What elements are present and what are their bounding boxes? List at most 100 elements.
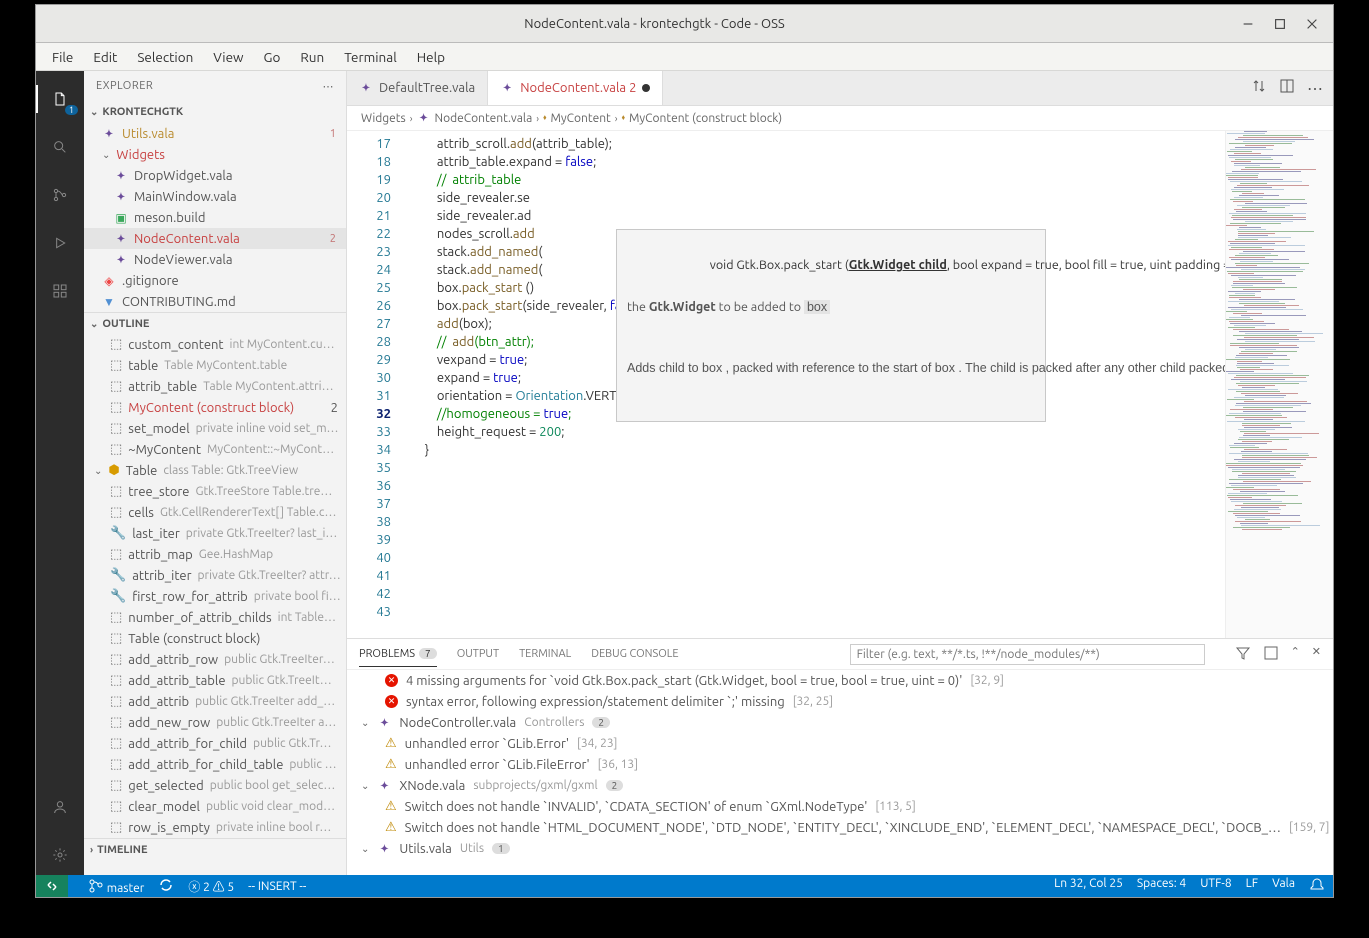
chevron-up-icon[interactable]: ⌃ [1291, 645, 1300, 664]
outline-item[interactable]: ⬚table Table MyContent.table [84, 355, 346, 376]
split-icon[interactable] [1279, 78, 1295, 98]
problem-row[interactable]: ⌄✦XNode.vala subprojects/gxml/gxml 2 [347, 775, 1333, 796]
outline-item[interactable]: ⬚MyContent (construct block) 2 [84, 397, 346, 418]
outline-item[interactable]: 🔧attrib_iter private Gtk.TreeIter? attr… [84, 565, 346, 586]
outline-item[interactable]: ⬚add_attrib_for_child_table public … [84, 754, 346, 775]
activity-settings[interactable] [36, 835, 84, 875]
code-editor[interactable]: attrib_scroll.add(attrib_table); attrib_… [401, 131, 1225, 638]
error-count[interactable]: ⓧ 2 ⚠ 5 [188, 878, 234, 895]
file-tree-item[interactable]: ⌄Widgets [84, 144, 346, 165]
problem-row[interactable]: ⌄✦NodeController.vala Controllers 2 [347, 712, 1333, 733]
activity-scm[interactable] [36, 175, 84, 215]
minimap[interactable] [1225, 131, 1333, 638]
outline-header[interactable]: ⌄OUTLINE [84, 312, 346, 334]
sync-button[interactable] [158, 877, 174, 896]
vala-icon: ✦ [500, 81, 514, 95]
collapse-icon[interactable] [1263, 645, 1279, 664]
filter-icon[interactable] [1235, 645, 1251, 664]
outline-item[interactable]: ⬚set_model private inline void set_m… [84, 418, 346, 439]
file-tree-item[interactable]: ✦NodeViewer.vala [84, 249, 346, 270]
menu-file[interactable]: File [42, 45, 83, 69]
outline-item[interactable]: ⬚cells Gtk.CellRendererText[] Table.c… [84, 502, 346, 523]
bell-icon[interactable] [1309, 877, 1325, 896]
menu-help[interactable]: Help [407, 45, 455, 69]
file-tree-item[interactable]: ◈.gitignore [84, 270, 346, 291]
outline-item[interactable]: ⬚get_selected public bool get_selec… [84, 775, 346, 796]
menu-terminal[interactable]: Terminal [334, 45, 407, 69]
panel-tab-output[interactable]: OUTPUT [457, 642, 499, 666]
activity-search[interactable] [36, 127, 84, 167]
file-tree-item[interactable]: ✦NodeContent.vala2 [84, 228, 346, 249]
outline-item[interactable]: ⬚~MyContent MyContent::~MyCont… [84, 439, 346, 460]
cursor-position[interactable]: Ln 32, Col 25 [1054, 877, 1123, 896]
outline-item[interactable]: ⬚custom_content int MyContent.cu… [84, 334, 346, 355]
activity-extensions[interactable] [36, 271, 84, 311]
branch-indicator[interactable]: master [88, 878, 144, 895]
vim-mode: -- INSERT -- [248, 880, 306, 893]
eol-indicator[interactable]: LF [1246, 877, 1258, 896]
language-indicator[interactable]: Vala [1272, 877, 1295, 896]
menubar: File Edit Selection View Go Run Terminal… [36, 43, 1333, 71]
problem-row[interactable]: ⚠unhandled error `GLib.Error' [34, 23] [347, 733, 1333, 754]
panel-tab-debug[interactable]: DEBUG CONSOLE [591, 642, 678, 666]
tab-nodecontent[interactable]: ✦NodeContent.vala 2 [488, 71, 663, 105]
outline-item[interactable]: 🔧last_iter private Gtk.TreeIter? last_i… [84, 523, 346, 544]
file-tree-item[interactable]: ▣meson.build [84, 207, 346, 228]
outline-item[interactable]: ⬚add_attrib_table public Gtk.TreeIt… [84, 670, 346, 691]
outline-item[interactable]: ⬚add_new_row public Gtk.TreeIter a… [84, 712, 346, 733]
explorer-title: EXPLORER [96, 80, 153, 92]
outline-item[interactable]: ⬚attrib_table Table MyContent.attri… [84, 376, 346, 397]
menu-edit[interactable]: Edit [83, 45, 127, 69]
more-icon[interactable]: ⋯ [1307, 79, 1323, 98]
problem-row[interactable]: ⚠unhandled error `GLib.FileError' [36, 1… [347, 754, 1333, 775]
outline-item[interactable]: ⬚clear_model public void clear_mod… [84, 796, 346, 817]
minimize-button[interactable] [1241, 17, 1255, 31]
menu-selection[interactable]: Selection [127, 45, 203, 69]
timeline-header[interactable]: ›TIMELINE [84, 838, 346, 860]
file-tree-item[interactable]: ✦Utils.vala1 [84, 123, 346, 144]
indent-indicator[interactable]: Spaces: 4 [1137, 877, 1186, 896]
remote-button[interactable] [36, 875, 68, 897]
maximize-button[interactable] [1273, 17, 1287, 31]
tab-defaulttree[interactable]: ✦DefaultTree.vala [347, 71, 488, 105]
outline-item[interactable]: ⬚add_attrib_for_child public Gtk.Tr… [84, 733, 346, 754]
status-bar: master ⓧ 2 ⚠ 5 -- INSERT -- Ln 32, Col 2… [36, 875, 1333, 897]
activity-explorer[interactable]: 1 [36, 79, 84, 119]
problems-filter-input[interactable] [850, 644, 1205, 665]
problems-list: ✕4 missing arguments for `void Gtk.Box.p… [347, 670, 1333, 875]
file-tree-item[interactable]: ▼CONTRIBUTING.md [84, 291, 346, 312]
close-button[interactable] [1305, 17, 1319, 31]
problem-row[interactable]: ⚠Switch does not handle `INVALID', `CDAT… [347, 796, 1333, 817]
folder-header[interactable]: ⌄KRONTECHGTK [84, 101, 346, 123]
compare-icon[interactable] [1251, 78, 1267, 98]
problem-row[interactable]: ✕4 missing arguments for `void Gtk.Box.p… [347, 670, 1333, 691]
problem-row[interactable]: ⚠Switch does not handle `HTML_DOCUMENT_N… [347, 817, 1333, 838]
panel-tab-terminal[interactable]: TERMINAL [519, 642, 571, 666]
problem-row[interactable]: ✕syntax error, following expression/stat… [347, 691, 1333, 712]
activity-account[interactable] [36, 787, 84, 827]
outline-item[interactable]: ⬚number_of_attrib_childs int Table… [84, 607, 346, 628]
problem-row[interactable]: ⌄✦Utils.vala Utils 1 [347, 838, 1333, 859]
outline-item[interactable]: ⬚Table (construct block) [84, 628, 346, 649]
outline-item[interactable]: ⌄⬢Table class Table: Gtk.TreeView [84, 460, 346, 481]
outline-item[interactable]: ⬚add_attrib_row public Gtk.TreeIter… [84, 649, 346, 670]
breadcrumbs[interactable]: Widgets› ✦NodeContent.vala› ⬪MyContent› … [347, 106, 1333, 131]
menu-go[interactable]: Go [254, 45, 291, 69]
outline-item[interactable]: ⬚tree_store Gtk.TreeStore Table.tre… [84, 481, 346, 502]
explorer-more-icon[interactable]: ⋯ [323, 80, 335, 93]
file-tree-item[interactable]: ✦MainWindow.vala [84, 186, 346, 207]
panel-tab-problems[interactable]: PROBLEMS7 [359, 642, 437, 667]
encoding-indicator[interactable]: UTF-8 [1200, 877, 1231, 896]
outline-item[interactable]: ⬚add_attrib public Gtk.TreeIter add_… [84, 691, 346, 712]
activity-bar: 1 [36, 71, 84, 875]
menu-view[interactable]: View [203, 45, 253, 69]
outline-item[interactable]: 🔧first_row_for_attrib private bool fi… [84, 586, 346, 607]
menu-run[interactable]: Run [290, 45, 334, 69]
file-tree: ✦Utils.vala1⌄Widgets✦DropWidget.vala✦Mai… [84, 123, 346, 312]
activity-debug[interactable] [36, 223, 84, 263]
outline-item[interactable]: ⬚row_is_empty private inline bool r… [84, 817, 346, 838]
gutter: 1718192021222324252627282930313233343536… [347, 131, 401, 638]
file-tree-item[interactable]: ✦DropWidget.vala [84, 165, 346, 186]
close-panel-icon[interactable]: ✕ [1312, 645, 1321, 664]
outline-item[interactable]: ⬚attrib_map Gee.HashMap [84, 544, 346, 565]
